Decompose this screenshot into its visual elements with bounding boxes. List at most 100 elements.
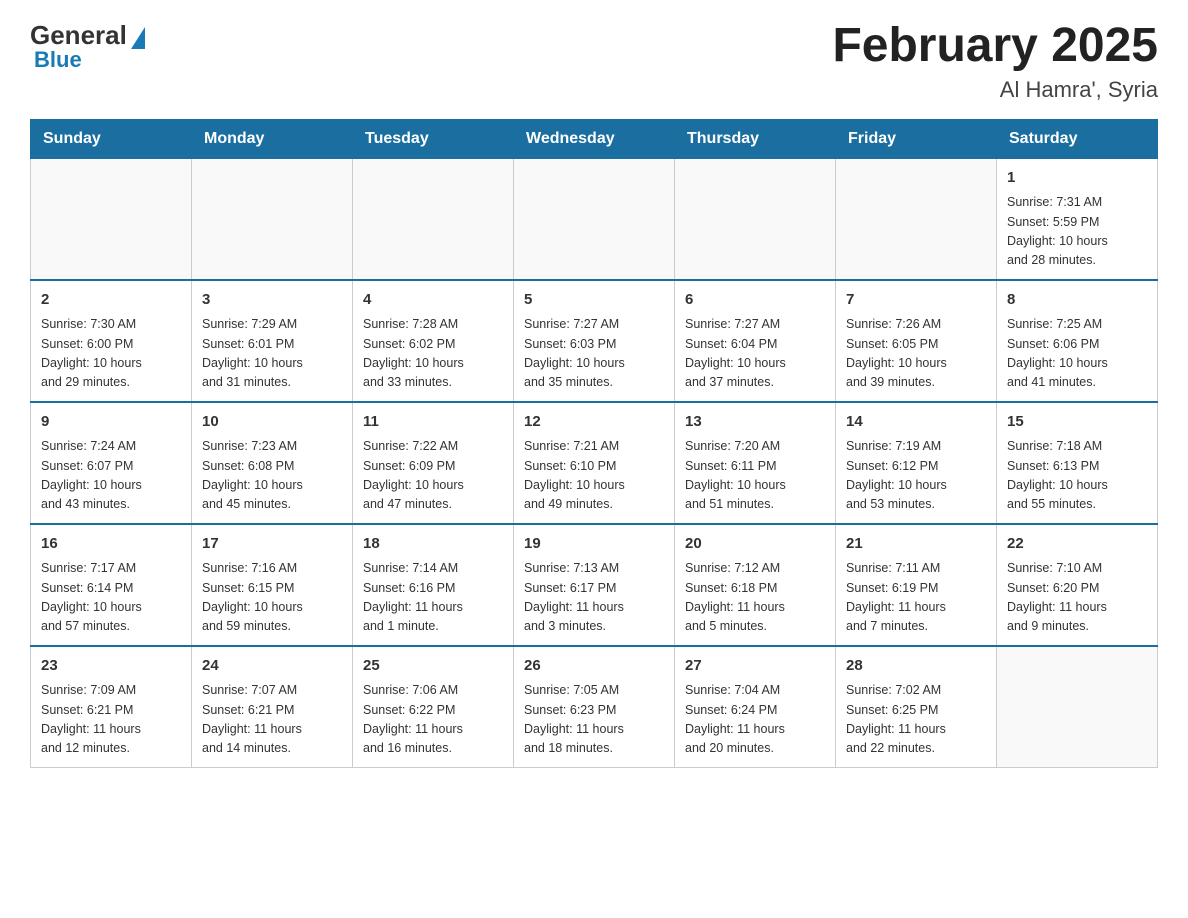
week-row-3: 9Sunrise: 7:24 AMSunset: 6:07 PMDaylight… — [31, 402, 1158, 524]
calendar-cell — [192, 158, 353, 280]
day-info: Sunrise: 7:21 AMSunset: 6:10 PMDaylight:… — [524, 437, 664, 515]
day-info: Sunrise: 7:10 AMSunset: 6:20 PMDaylight:… — [1007, 559, 1147, 637]
day-number: 18 — [363, 533, 503, 556]
calendar-cell — [31, 158, 192, 280]
logo: General Blue — [30, 20, 145, 73]
location-title: Al Hamra', Syria — [832, 77, 1158, 103]
day-info: Sunrise: 7:16 AMSunset: 6:15 PMDaylight:… — [202, 559, 342, 637]
day-info: Sunrise: 7:29 AMSunset: 6:01 PMDaylight:… — [202, 315, 342, 393]
day-info: Sunrise: 7:19 AMSunset: 6:12 PMDaylight:… — [846, 437, 986, 515]
day-info: Sunrise: 7:17 AMSunset: 6:14 PMDaylight:… — [41, 559, 181, 637]
logo-blue-text: Blue — [34, 47, 82, 73]
day-number: 2 — [41, 289, 181, 312]
weekday-header-wednesday: Wednesday — [514, 119, 675, 158]
day-number: 6 — [685, 289, 825, 312]
day-number: 25 — [363, 655, 503, 678]
day-number: 11 — [363, 411, 503, 434]
day-number: 27 — [685, 655, 825, 678]
day-info: Sunrise: 7:22 AMSunset: 6:09 PMDaylight:… — [363, 437, 503, 515]
calendar-cell: 22 Sunrise: 7:10 AMSunset: 6:20 PMDayligh… — [997, 524, 1158, 646]
day-number: 4 — [363, 289, 503, 312]
day-info: Sunrise: 7:14 AMSunset: 6:16 PMDaylight:… — [363, 559, 503, 637]
day-info: Sunrise: 7:31 AMSunset: 5:59 PMDaylight:… — [1007, 193, 1147, 271]
calendar-cell: 2Sunrise: 7:30 AMSunset: 6:00 PMDaylight… — [31, 280, 192, 402]
calendar-cell — [353, 158, 514, 280]
day-info: Sunrise: 7:25 AMSunset: 6:06 PMDaylight:… — [1007, 315, 1147, 393]
calendar-cell: 24 Sunrise: 7:07 AMSunset: 6:21 PMDayligh… — [192, 646, 353, 768]
calendar-cell — [997, 646, 1158, 768]
day-info: Sunrise: 7:02 AMSunset: 6:25 PMDaylight:… — [846, 681, 986, 759]
calendar-cell: 21Sunrise: 7:11 AMSunset: 6:19 PMDayligh… — [836, 524, 997, 646]
calendar-cell: 9Sunrise: 7:24 AMSunset: 6:07 PMDaylight… — [31, 402, 192, 524]
day-number: 9 — [41, 411, 181, 434]
calendar-cell: 6 Sunrise: 7:27 AMSunset: 6:04 PMDaylight… — [675, 280, 836, 402]
day-info: Sunrise: 7:11 AMSunset: 6:19 PMDaylight:… — [846, 559, 986, 637]
calendar-cell: 4 Sunrise: 7:28 AMSunset: 6:02 PMDaylight… — [353, 280, 514, 402]
calendar-cell: 13 Sunrise: 7:20 AMSunset: 6:11 PMDayligh… — [675, 402, 836, 524]
day-number: 8 — [1007, 289, 1147, 312]
day-number: 1 — [1007, 167, 1147, 190]
day-number: 3 — [202, 289, 342, 312]
calendar-cell: 27 Sunrise: 7:04 AMSunset: 6:24 PMDayligh… — [675, 646, 836, 768]
day-info: Sunrise: 7:07 AMSunset: 6:21 PMDaylight:… — [202, 681, 342, 759]
week-row-4: 16 Sunrise: 7:17 AMSunset: 6:14 PMDayligh… — [31, 524, 1158, 646]
weekday-header-thursday: Thursday — [675, 119, 836, 158]
day-number: 24 — [202, 655, 342, 678]
calendar-cell: 20 Sunrise: 7:12 AMSunset: 6:18 PMDayligh… — [675, 524, 836, 646]
calendar-cell: 8 Sunrise: 7:25 AMSunset: 6:06 PMDaylight… — [997, 280, 1158, 402]
day-info: Sunrise: 7:18 AMSunset: 6:13 PMDaylight:… — [1007, 437, 1147, 515]
weekday-header-monday: Monday — [192, 119, 353, 158]
calendar-cell: 10Sunrise: 7:23 AMSunset: 6:08 PMDayligh… — [192, 402, 353, 524]
day-number: 26 — [524, 655, 664, 678]
calendar-cell: 16 Sunrise: 7:17 AMSunset: 6:14 PMDayligh… — [31, 524, 192, 646]
calendar-cell: 19Sunrise: 7:13 AMSunset: 6:17 PMDayligh… — [514, 524, 675, 646]
calendar-cell: 28 Sunrise: 7:02 AMSunset: 6:25 PMDayligh… — [836, 646, 997, 768]
day-info: Sunrise: 7:23 AMSunset: 6:08 PMDaylight:… — [202, 437, 342, 515]
calendar-cell: 11 Sunrise: 7:22 AMSunset: 6:09 PMDayligh… — [353, 402, 514, 524]
day-info: Sunrise: 7:09 AMSunset: 6:21 PMDaylight:… — [41, 681, 181, 759]
day-info: Sunrise: 7:26 AMSunset: 6:05 PMDaylight:… — [846, 315, 986, 393]
day-number: 13 — [685, 411, 825, 434]
weekday-header-friday: Friday — [836, 119, 997, 158]
calendar-cell: 26 Sunrise: 7:05 AMSunset: 6:23 PMDayligh… — [514, 646, 675, 768]
calendar-table: SundayMondayTuesdayWednesdayThursdayFrid… — [30, 119, 1158, 768]
week-row-1: 1 Sunrise: 7:31 AMSunset: 5:59 PMDaylight… — [31, 158, 1158, 280]
day-info: Sunrise: 7:13 AMSunset: 6:17 PMDaylight:… — [524, 559, 664, 637]
week-row-2: 2Sunrise: 7:30 AMSunset: 6:00 PMDaylight… — [31, 280, 1158, 402]
day-number: 28 — [846, 655, 986, 678]
day-info: Sunrise: 7:05 AMSunset: 6:23 PMDaylight:… — [524, 681, 664, 759]
title-area: February 2025 Al Hamra', Syria — [832, 20, 1158, 103]
page-header: General Blue February 2025 Al Hamra', Sy… — [30, 20, 1158, 103]
calendar-cell — [514, 158, 675, 280]
day-number: 7 — [846, 289, 986, 312]
calendar-cell: 7 Sunrise: 7:26 AMSunset: 6:05 PMDaylight… — [836, 280, 997, 402]
calendar-cell: 25 Sunrise: 7:06 AMSunset: 6:22 PMDayligh… — [353, 646, 514, 768]
day-number: 5 — [524, 289, 664, 312]
day-number: 20 — [685, 533, 825, 556]
calendar-cell: 18 Sunrise: 7:14 AMSunset: 6:16 PMDayligh… — [353, 524, 514, 646]
calendar-cell — [675, 158, 836, 280]
calendar-cell: 15Sunrise: 7:18 AMSunset: 6:13 PMDayligh… — [997, 402, 1158, 524]
calendar-cell: 1 Sunrise: 7:31 AMSunset: 5:59 PMDaylight… — [997, 158, 1158, 280]
day-number: 17 — [202, 533, 342, 556]
day-number: 22 — [1007, 533, 1147, 556]
logo-triangle-icon — [131, 27, 145, 49]
calendar-cell: 3 Sunrise: 7:29 AMSunset: 6:01 PMDaylight… — [192, 280, 353, 402]
day-info: Sunrise: 7:04 AMSunset: 6:24 PMDaylight:… — [685, 681, 825, 759]
day-info: Sunrise: 7:12 AMSunset: 6:18 PMDaylight:… — [685, 559, 825, 637]
month-title: February 2025 — [832, 20, 1158, 73]
week-row-5: 23 Sunrise: 7:09 AMSunset: 6:21 PMDayligh… — [31, 646, 1158, 768]
day-number: 16 — [41, 533, 181, 556]
day-info: Sunrise: 7:28 AMSunset: 6:02 PMDaylight:… — [363, 315, 503, 393]
weekday-header-sunday: Sunday — [31, 119, 192, 158]
calendar-cell: 23 Sunrise: 7:09 AMSunset: 6:21 PMDayligh… — [31, 646, 192, 768]
day-info: Sunrise: 7:20 AMSunset: 6:11 PMDaylight:… — [685, 437, 825, 515]
calendar-cell: 14Sunrise: 7:19 AMSunset: 6:12 PMDayligh… — [836, 402, 997, 524]
calendar-cell — [836, 158, 997, 280]
day-info: Sunrise: 7:06 AMSunset: 6:22 PMDaylight:… — [363, 681, 503, 759]
day-info: Sunrise: 7:27 AMSunset: 6:03 PMDaylight:… — [524, 315, 664, 393]
day-number: 23 — [41, 655, 181, 678]
calendar-cell: 17 Sunrise: 7:16 AMSunset: 6:15 PMDayligh… — [192, 524, 353, 646]
weekday-header-tuesday: Tuesday — [353, 119, 514, 158]
day-info: Sunrise: 7:27 AMSunset: 6:04 PMDaylight:… — [685, 315, 825, 393]
